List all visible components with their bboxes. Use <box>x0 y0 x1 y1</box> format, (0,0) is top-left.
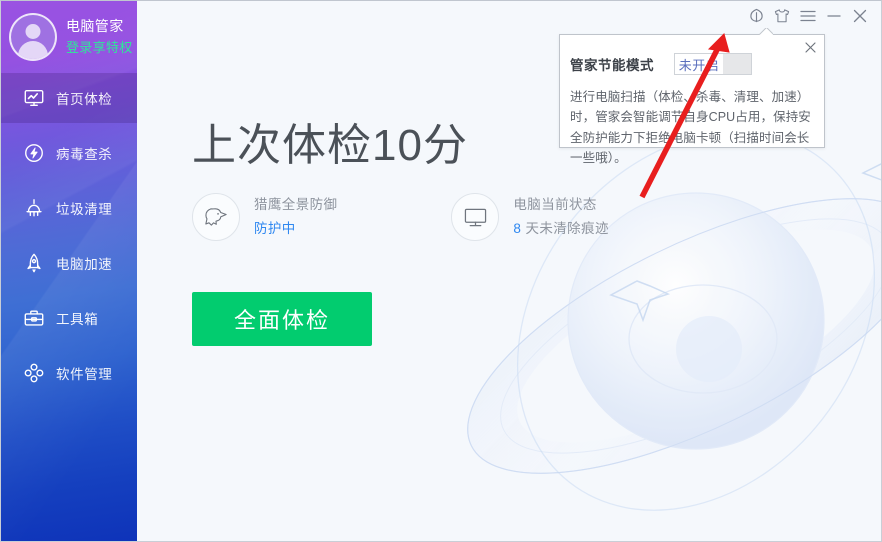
status-text: 猎鹰全景防御 防护中 <box>254 195 337 240</box>
sidebar-item-label: 工具箱 <box>56 312 99 327</box>
status-row: 猎鹰全景防御 防护中 电脑当前状态 8 天未清除痕迹 <box>192 193 609 241</box>
page-title: 上次体检10分 <box>192 121 468 170</box>
status-sub: 防护中 <box>254 219 337 239</box>
main-content: 上次体检10分 猎鹰全景防御 防护中 电脑当前状态 8 天未清除痕迹 全面体检 … <box>137 1 881 541</box>
sidebar-item-label: 电脑加速 <box>56 257 113 272</box>
status-sub-rest: 天未清除痕迹 <box>521 221 609 236</box>
puzzle-icon <box>23 362 45 384</box>
tooltip-header-row: 管家节能模式 未开启 <box>570 53 752 75</box>
sidebar-item-pc-accelerate[interactable]: 电脑加速 <box>1 238 137 288</box>
toggle-knob <box>723 54 751 74</box>
close-icon[interactable] <box>802 39 818 55</box>
sidebar-nav: 首页体检 病毒查杀 垃圾清理 电脑加速 工具箱 软件管理 <box>1 73 137 403</box>
close-icon[interactable] <box>847 3 873 29</box>
sidebar-item-junk-clean[interactable]: 垃圾清理 <box>1 183 137 233</box>
minimize-icon[interactable] <box>821 3 847 29</box>
profile-name: 电脑管家 <box>66 18 124 35</box>
status-item-eagle-defense[interactable]: 猎鹰全景防御 防护中 <box>192 193 337 241</box>
sidebar-item-toolbox[interactable]: 工具箱 <box>1 293 137 343</box>
sidebar-item-virus-scan[interactable]: 病毒查杀 <box>1 128 137 178</box>
menu-icon[interactable] <box>795 3 821 29</box>
toolbox-icon <box>23 307 45 329</box>
sidebar: 电脑管家 登录享特权 首页体检 病毒查杀 垃圾清理 电脑加速 工具箱 软件管理 <box>1 1 137 541</box>
sidebar-item-software-manage[interactable]: 软件管理 <box>1 348 137 398</box>
avatar-head <box>25 24 41 39</box>
window-titlebar <box>743 1 881 31</box>
status-item-pc-state[interactable]: 电脑当前状态 8 天未清除痕迹 <box>451 193 608 241</box>
tooltip-caret <box>759 28 773 35</box>
power-saving-toggle[interactable]: 未开启 <box>674 53 752 75</box>
leaf-icon[interactable] <box>743 3 769 29</box>
status-sub-highlight: 防护中 <box>254 221 296 236</box>
sidebar-item-home-checkup[interactable]: 首页体检 <box>1 73 137 123</box>
status-title: 电脑当前状态 <box>513 196 597 212</box>
pc-manager-window: 电脑管家 登录享特权 首页体检 病毒查杀 垃圾清理 电脑加速 工具箱 软件管理 … <box>0 0 882 542</box>
full-checkup-button[interactable]: 全面体检 <box>192 292 372 346</box>
status-sub: 8 天未清除痕迹 <box>513 219 608 239</box>
sidebar-item-label: 垃圾清理 <box>56 202 113 217</box>
desktop-monitor-icon <box>451 193 500 241</box>
sidebar-item-label: 软件管理 <box>56 367 113 382</box>
planet-decoration <box>467 131 881 511</box>
shirt-icon[interactable] <box>769 3 795 29</box>
sidebar-item-label: 病毒查杀 <box>56 147 113 162</box>
status-title: 猎鹰全景防御 <box>254 196 338 212</box>
sidebar-item-label: 首页体检 <box>56 92 113 107</box>
status-text: 电脑当前状态 8 天未清除痕迹 <box>513 195 608 240</box>
login-privilege-link[interactable]: 登录享特权 <box>66 39 133 57</box>
profile-block[interactable]: 电脑管家 登录享特权 <box>1 1 137 73</box>
tooltip-description: 进行电脑扫描（体检、杀毒、清理、加速）时，管家会智能调节自身CPU占用，保持安全… <box>570 90 811 165</box>
lightning-shield-icon <box>23 142 45 164</box>
eagle-head-icon <box>192 193 240 241</box>
power-saving-tooltip: 管家节能模式 未开启 进行电脑扫描（体检、杀毒、清理、加速）时，管家会智能调节自… <box>559 34 825 165</box>
toggle-value: 未开启 <box>678 57 720 73</box>
avatar-body <box>18 41 48 59</box>
broom-icon <box>23 197 45 219</box>
tooltip-title: 管家节能模式 <box>570 58 654 73</box>
rocket-icon <box>23 252 45 274</box>
profile-text: 电脑管家 登录享特权 <box>66 17 133 56</box>
monitor-chart-icon <box>23 87 45 109</box>
avatar[interactable] <box>9 13 57 61</box>
